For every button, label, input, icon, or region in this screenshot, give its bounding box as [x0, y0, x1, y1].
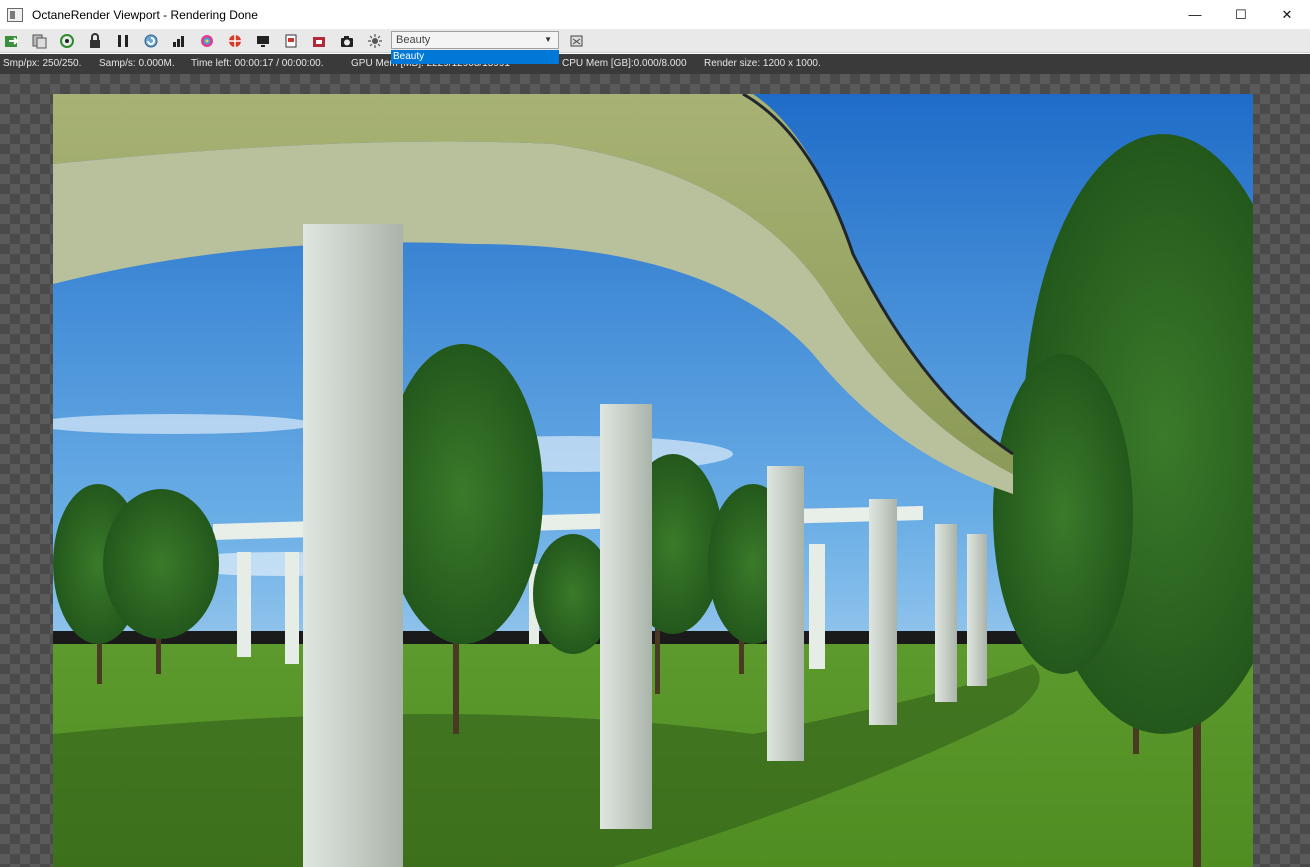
render-pass-options-icon[interactable]	[568, 32, 586, 50]
samples-per-second: Samp/s: 0.000M.	[99, 58, 175, 69]
render-size: Render size: 1200 x 1000.	[704, 58, 821, 69]
lock-viewport-icon[interactable]	[86, 32, 104, 50]
distant-pillar	[285, 552, 299, 664]
copy-clipboard-icon[interactable]	[30, 32, 48, 50]
time-left: Time left: 00:00:17 / 00:00:00.	[191, 58, 324, 69]
status-bar: Smp/px: 250/250. Samp/s: 0.000M. Time le…	[0, 54, 1310, 74]
pause-render-icon[interactable]	[114, 32, 132, 50]
minimize-button[interactable]: —	[1172, 0, 1218, 29]
render-pass-value: Beauty	[396, 34, 431, 46]
maximize-button[interactable]: ☐	[1218, 0, 1264, 29]
chevron-down-icon: ▼	[544, 35, 552, 44]
camera-icon[interactable]	[338, 32, 356, 50]
display-settings-icon[interactable]	[254, 32, 272, 50]
cpu-memory: CPU Mem [GB]:0.000/8.000	[562, 58, 687, 69]
render-image[interactable]	[53, 94, 1253, 867]
focus-picker-icon[interactable]	[226, 32, 244, 50]
title-bar: OctaneRender Viewport - Rendering Done —…	[0, 0, 1310, 29]
distant-pillar	[237, 552, 251, 657]
color-picker-icon[interactable]	[198, 32, 216, 50]
window-title: OctaneRender Viewport - Rendering Done	[32, 7, 258, 22]
samples-per-pixel: Smp/px: 250/250.	[3, 58, 82, 69]
render-pass-select[interactable]: Beauty ▼	[391, 31, 559, 49]
window-controls: — ☐ ✕	[1172, 0, 1310, 29]
brightness-icon[interactable]	[366, 32, 384, 50]
export-render-icon[interactable]	[3, 32, 21, 50]
render-pass-dropdown-item[interactable]: Beauty	[391, 50, 559, 64]
film-settings-icon[interactable]	[170, 32, 188, 50]
recenter-view-icon[interactable]	[58, 32, 76, 50]
distant-pillar	[809, 544, 825, 669]
render-region-icon[interactable]	[310, 32, 328, 50]
close-button[interactable]: ✕	[1264, 0, 1310, 29]
rendered-scene	[53, 94, 1253, 867]
viewport-toolbar: Beauty ▼	[0, 29, 1310, 53]
imager-icon[interactable]	[282, 32, 300, 50]
app-icon	[7, 7, 23, 22]
render-viewport[interactable]	[0, 74, 1310, 867]
restart-render-icon[interactable]	[142, 32, 160, 50]
